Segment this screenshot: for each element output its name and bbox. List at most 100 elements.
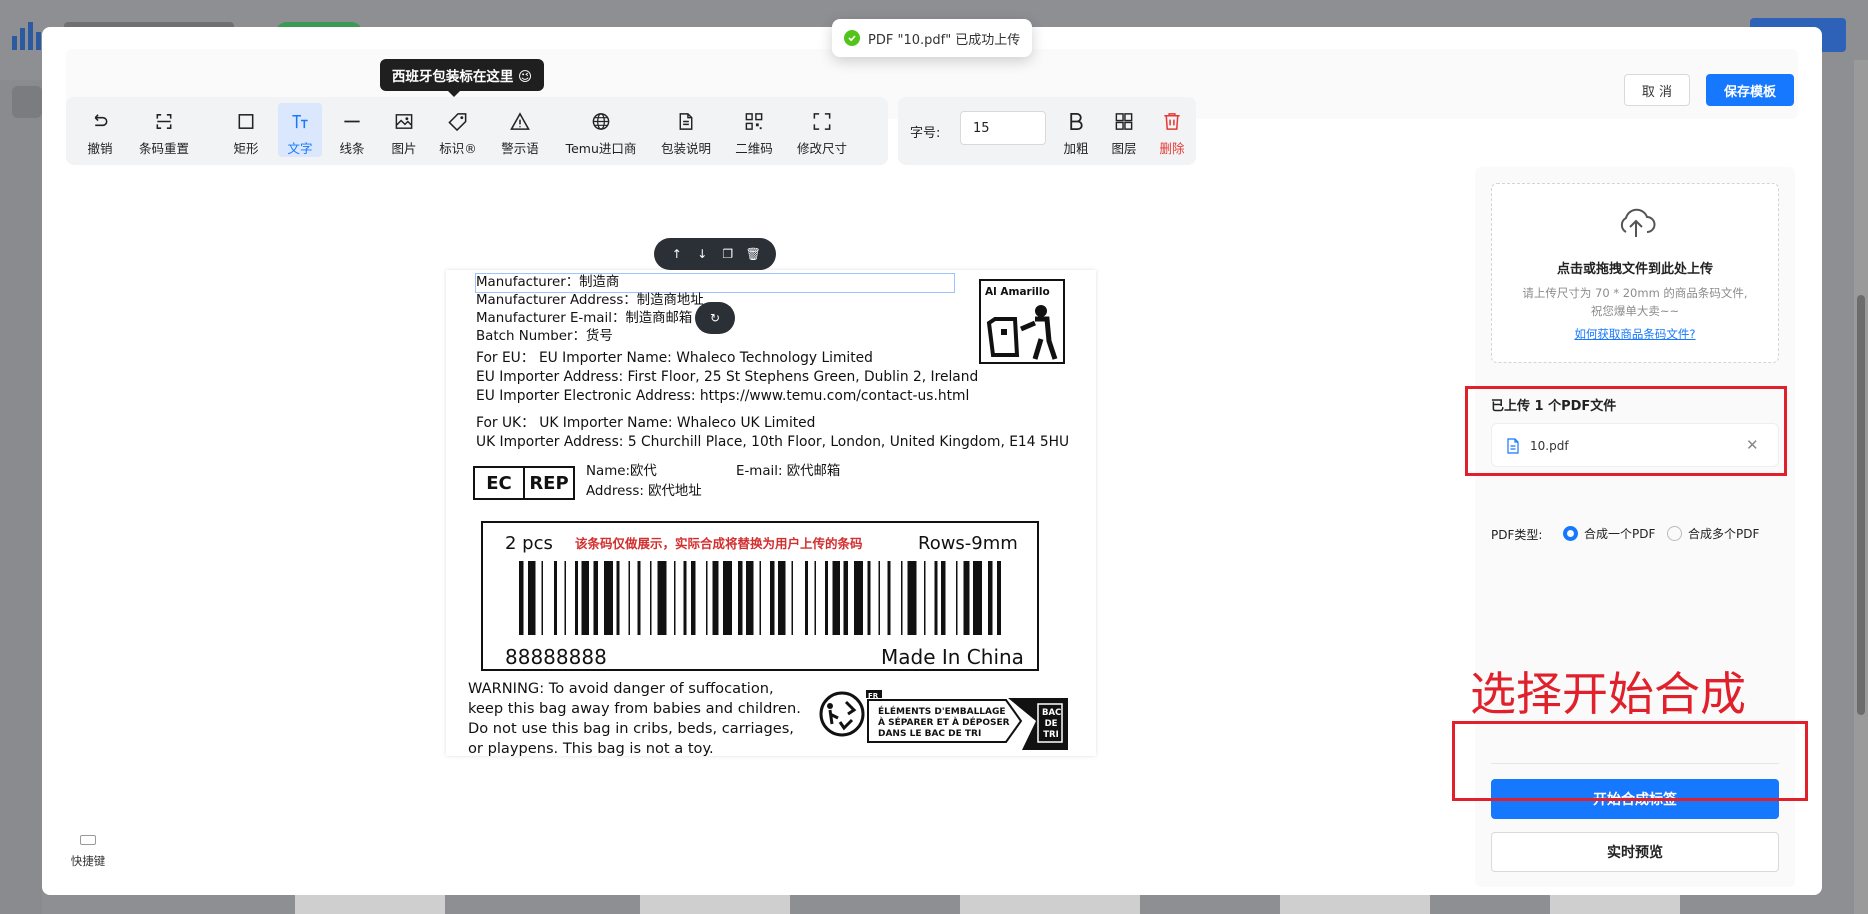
image-label: 图片 — [391, 141, 417, 156]
trash-icon[interactable]: 🗑 — [744, 247, 762, 261]
annotation-box-start-button — [1452, 721, 1808, 801]
text-icon — [292, 115, 308, 129]
triman-icon[interactable] — [818, 690, 866, 738]
eu-importer-electronic-text[interactable]: EU Importer Electronic Address: https://… — [476, 387, 969, 405]
text-tool[interactable]: 文字 — [278, 103, 322, 157]
thumbnail[interactable] — [1550, 895, 1680, 914]
undo-button[interactable]: 撤销 — [74, 103, 126, 157]
rep-address-text[interactable]: Address: 欧代地址 — [586, 483, 702, 501]
copy-icon[interactable]: ❐ — [719, 247, 737, 261]
toolbar-insert-group: 矩形 文字 线条 图片 标识® 警示语 Temu进口商 包装说明 二维码 修改尺… — [214, 97, 888, 165]
barcode-pcs-text: 2 pcs — [505, 533, 553, 554]
rectangle-label: 矩形 — [233, 141, 259, 156]
eu-importer-address-text[interactable]: EU Importer Address: First Floor, 25 St … — [476, 368, 978, 386]
delete-button[interactable]: 删除 — [1152, 103, 1192, 157]
annotation-box-uploaded-file — [1465, 386, 1787, 476]
sidebar-item[interactable] — [12, 134, 42, 166]
barcode-graphic — [519, 561, 1001, 635]
mark-tool[interactable]: 标识® — [434, 103, 482, 157]
check-circle-icon — [844, 30, 860, 46]
batch-number-text[interactable]: Batch Number：货号 — [476, 328, 613, 346]
bold-button[interactable]: 加粗 — [1056, 103, 1096, 157]
upload-description: 请上传尺寸为 70 * 20mm 的商品条码文件, 祝您爆单大卖~~ — [1492, 284, 1778, 320]
uk-importer-address-text[interactable]: UK Importer Address: 5 Churchill Place, … — [476, 433, 1069, 451]
radio-unchecked-icon — [1667, 526, 1682, 541]
thumbnail[interactable] — [1280, 895, 1430, 914]
keyboard-icon — [80, 835, 96, 845]
rep-name-text[interactable]: Name:欧代 — [586, 463, 657, 481]
globe-icon — [592, 113, 610, 130]
page-scrollbar[interactable] — [1854, 60, 1868, 914]
mark-tooltip: 西班牙包装标在这里 😉 — [380, 59, 544, 97]
mark-label: 标识® — [439, 141, 477, 156]
resize-tool[interactable]: 修改尺寸 — [790, 103, 854, 157]
barcode-reset-icon — [156, 114, 172, 129]
radio-multi-pdf-label: 合成多个PDF — [1688, 527, 1760, 541]
thumbnail-strip — [280, 895, 1680, 914]
label-canvas[interactable]: Manufacturer：制造商 Manufacturer Address：制造… — [446, 270, 1096, 756]
de-text: DE — [1044, 719, 1058, 729]
temu-importer-label: Temu进口商 — [565, 141, 637, 156]
font-size-input[interactable] — [960, 111, 1046, 145]
toast-message: PDF "10.pdf" 已成功上传 — [868, 32, 1021, 48]
qrcode-tool[interactable]: 二维码 — [728, 103, 780, 157]
rep-text: REP — [529, 472, 569, 494]
live-preview-button[interactable]: 实时预览 — [1491, 832, 1779, 872]
barcode-reset-button[interactable]: 条码重置 — [128, 103, 200, 157]
manufacturer-email-text[interactable]: Manufacturer E-mail：制造商邮箱 — [476, 310, 692, 328]
al-amarillo-mark[interactable]: Al Amarillo — [979, 279, 1065, 364]
thumbnail[interactable] — [960, 895, 1140, 914]
save-template-button[interactable]: 保存模板 — [1706, 74, 1794, 106]
rep-email-text[interactable]: E-mail: 欧代邮箱 — [736, 463, 840, 481]
eu-importer-name-text[interactable]: For EU： EU Importer Name: Whaleco Techno… — [476, 349, 873, 367]
sidebar-item[interactable] — [12, 86, 42, 118]
radio-checked-icon — [1563, 526, 1578, 541]
warning-text[interactable]: WARNING: To avoid danger of suffocation,… — [468, 679, 808, 756]
upload-desc-line1: 请上传尺寸为 70 * 20mm 的商品条码文件, — [1522, 286, 1748, 300]
tri-text: TRI — [1043, 730, 1059, 740]
line-tool[interactable]: 线条 — [332, 103, 372, 157]
uk-importer-name-text[interactable]: For UK： UK Importer Name: Whaleco UK Lim… — [476, 414, 815, 432]
upload-desc-line2: 祝您爆单大卖~~ — [1590, 304, 1680, 318]
image-tool[interactable]: 图片 — [384, 103, 424, 157]
french-sorting-mark[interactable]: FR ÉLÉMENTS D'EMBALLAGE À SÉPARER ET À D… — [866, 690, 1070, 752]
cancel-button[interactable]: 取 消 — [1624, 74, 1690, 106]
radio-single-pdf[interactable]: 合成一个PDF — [1563, 525, 1655, 542]
barcode-reset-label: 条码重置 — [138, 141, 189, 156]
line-label: 线条 — [339, 141, 365, 156]
toolbar-format-group: 字号: 加粗 图层 删除 — [898, 97, 1196, 165]
package-instruction-tool[interactable]: 包装说明 — [654, 103, 718, 157]
app-sidebar — [0, 80, 42, 914]
shortcut-button[interactable]: 快捷键 — [68, 835, 108, 869]
warning-label: 警示语 — [501, 141, 539, 156]
manufacturer-text[interactable]: Manufacturer：制造商 — [476, 274, 619, 292]
document-icon — [679, 113, 693, 130]
temu-importer-tool[interactable]: Temu进口商 — [558, 103, 644, 157]
barcode-frame[interactable]: 2 pcs 该条码仅做展示，实际合成将替换为用户上传的条码 Rows-9mm 8… — [481, 521, 1039, 671]
thumbnail[interactable] — [640, 895, 790, 914]
warning-tool[interactable]: 警示语 — [494, 103, 546, 157]
barcode-origin-text: Made In China — [881, 645, 1024, 669]
move-down-icon[interactable]: ↓ — [693, 247, 711, 261]
fr-line2-text: À SÉPARER ET À DÉPOSER — [878, 718, 1010, 728]
line-icon — [344, 120, 360, 123]
image-icon — [395, 114, 413, 129]
scrollbar-thumb[interactable] — [1857, 295, 1865, 715]
bold-icon — [1070, 112, 1083, 131]
ec-rep-mark[interactable]: EC REP — [473, 466, 575, 500]
upload-title: 点击或拖拽文件到此处上传 — [1556, 262, 1713, 277]
rectangle-tool[interactable]: 矩形 — [226, 103, 266, 157]
delete-icon — [1164, 113, 1180, 130]
file-upload-area[interactable]: 点击或拖拽文件到此处上传 请上传尺寸为 70 * 20mm 的商品条码文件, 祝… — [1491, 183, 1779, 363]
thumbnail[interactable] — [295, 895, 445, 914]
how-to-get-barcode-link[interactable]: 如何获取商品条码文件? — [1492, 326, 1778, 342]
layers-button[interactable]: 图层 — [1104, 103, 1144, 157]
undo-label: 撤销 — [87, 141, 113, 156]
fr-line3-text: DANS LE BAC DE TRI — [878, 729, 982, 739]
rotate-handle[interactable]: ↻ — [695, 302, 735, 334]
manufacturer-address-text[interactable]: Manufacturer Address：制造商地址 — [476, 292, 704, 310]
sidebar-item[interactable] — [12, 182, 42, 214]
radio-multi-pdf[interactable]: 合成多个PDF — [1667, 525, 1759, 542]
radio-single-pdf-label: 合成一个PDF — [1584, 527, 1656, 541]
move-up-icon[interactable]: ↑ — [668, 247, 686, 261]
